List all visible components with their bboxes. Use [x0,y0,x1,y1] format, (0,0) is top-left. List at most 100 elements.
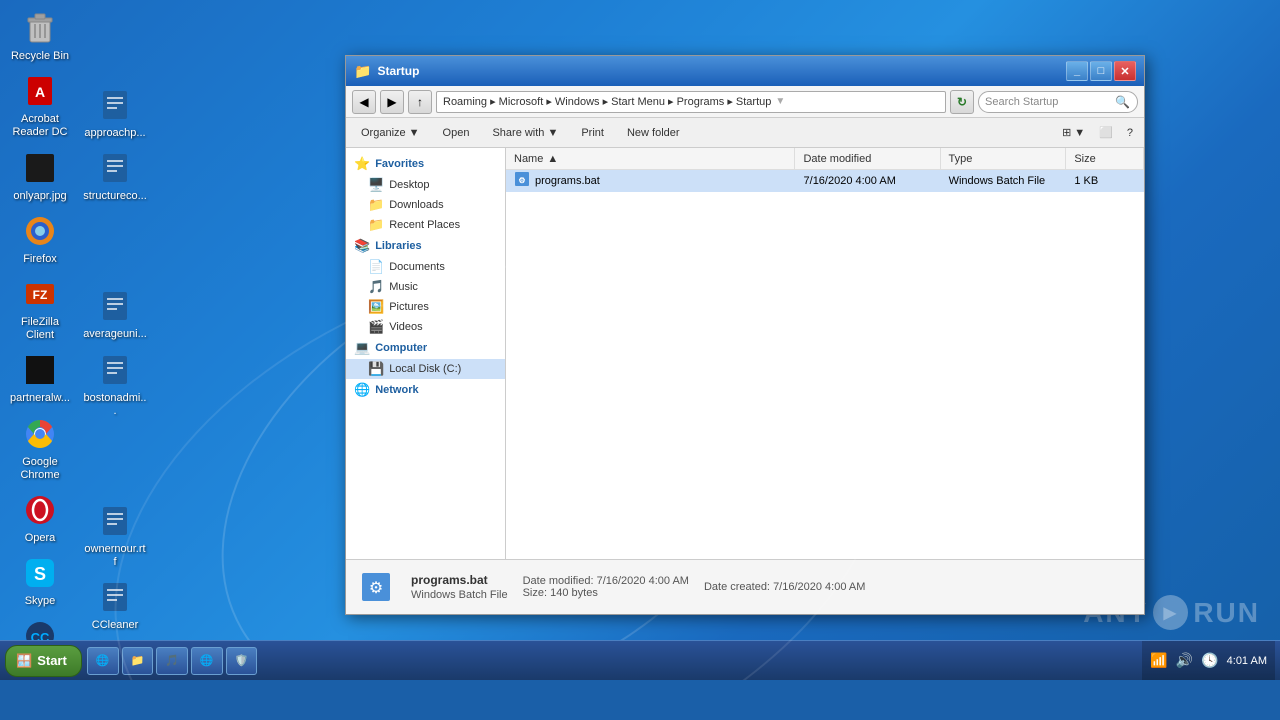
svg-text:FZ: FZ [33,288,48,302]
file-row-programs-bat[interactable]: ⚙ programs.bat 7/16/2020 4:00 AM Windows… [506,170,1144,192]
downloads-nav-label: Downloads [389,199,443,211]
back-button[interactable]: ◀ [352,90,376,114]
window-title-text: Startup [377,64,1066,78]
network-section[interactable]: 🌐 Network [346,379,505,401]
approachp-label: approachp... [84,127,145,140]
status-size: Size: 140 bytes [523,587,689,599]
desktop-icon-approachp[interactable]: approachp... [80,82,150,143]
toolbar: Organize ▼ Open Share with ▼ Print New f… [346,118,1144,148]
opera-label: Opera [25,532,56,545]
status-file-icon: ⚙ [356,567,396,607]
ownernour-label: CCleaner [92,619,138,632]
status-date-created: Date created: 7/16/2020 4:00 AM [704,581,865,593]
help-button[interactable]: ? [1122,124,1138,142]
file-icon-bat: ⚙ [514,171,530,190]
music-nav-label: Music [389,281,418,293]
up-button[interactable]: ↑ [408,90,432,114]
security-icon: 🛡️ [235,654,249,667]
organize-label: Organize [361,127,406,139]
new-folder-button[interactable]: New folder [618,124,689,142]
averageuni-icon [95,286,135,326]
refresh-button[interactable]: ↻ [950,90,974,114]
start-button[interactable]: 🪟 Start [5,645,82,677]
nav-pane: ⭐ Favorites 🖥️ Desktop 📁 Downloads 📁 Rec… [346,148,506,559]
view-icon: ⊞ [1062,126,1071,139]
files-header: Name ▲ Date modified Type Size [506,148,1144,170]
nav-item-downloads[interactable]: 📁 Downloads [346,195,505,215]
address-bar: ◀ ▶ ↑ Roaming ▸ Microsoft ▸ Windows ▸ St… [346,86,1144,118]
view-options-button[interactable]: ⊞ ▼ [1057,123,1090,142]
desktop-icon-filezilla[interactable]: FZ FileZilla Client [5,271,75,345]
column-header-type[interactable]: Type [941,148,1067,169]
desktop-icon-averageuni[interactable]: averageuni... [80,283,150,344]
nav-item-videos[interactable]: 🎬 Videos [346,317,505,337]
maximize-button[interactable]: □ [1090,61,1112,81]
sort-asc-icon: ▲ [547,153,558,165]
computer-section[interactable]: 💻 Computer [346,337,505,359]
desktop-icon-partneralw[interactable]: partneralw... [5,347,75,408]
desktop-icon-coursesets[interactable]: ownernour.rtf [80,498,150,572]
taskbar-media[interactable]: 🎵 [156,647,188,675]
address-path[interactable]: Roaming ▸ Microsoft ▸ Windows ▸ Start Me… [436,91,946,113]
organize-dropdown-icon: ▼ [409,127,420,139]
desktop-icon-opera[interactable]: Opera [5,487,75,548]
column-header-name[interactable]: Name ▲ [506,148,795,169]
size-label: Size: [523,587,547,599]
taskbar-explorer[interactable]: 📁 [122,647,154,675]
nav-item-local-disk[interactable]: 💾 Local Disk (C:) [346,359,505,379]
videos-nav-label: Videos [389,321,422,333]
forward-button[interactable]: ▶ [380,90,404,114]
address-dropdown-icon: ▼ [775,96,785,107]
desktop-icon-ownernour[interactable]: CCleaner [80,574,150,635]
preview-pane-button[interactable]: ⬜ [1094,123,1118,142]
status-extra-2: Date created: 7/16/2020 4:00 AM [704,581,865,593]
search-icon[interactable]: 🔍 [1115,95,1130,109]
taskbar-ie[interactable]: 🌐 [87,647,119,675]
favorites-section[interactable]: ⭐ Favorites [346,153,505,175]
search-input[interactable] [985,96,1115,108]
desktop-icon-structureco[interactable]: structureco... [80,145,150,206]
desktop-icon-firefox[interactable]: Firefox [5,208,75,269]
nav-item-recent[interactable]: 📁 Recent Places [346,215,505,235]
nav-item-pictures[interactable]: 🖼️ Pictures [346,297,505,317]
column-header-date[interactable]: Date modified [795,148,940,169]
file-date-cell: 7/16/2020 4:00 AM [796,175,941,187]
print-label: Print [581,127,604,139]
desktop-icon-bostonadmi[interactable]: bostonadmi... [80,347,150,421]
nav-item-music[interactable]: 🎵 Music [346,277,505,297]
desktop-icon-recycle-bin[interactable]: Recycle Bin [5,5,75,66]
column-header-size[interactable]: Size [1066,148,1144,169]
desktop-icon-acrobat[interactable]: A Acrobat Reader DC [5,68,75,142]
nav-item-documents[interactable]: 📄 Documents [346,257,505,277]
svg-text:S: S [34,564,46,584]
minimize-button[interactable]: _ [1066,61,1088,81]
onlyapr-label: onlyapr.jpg [13,190,66,203]
desktop-icon-onlyapr[interactable]: onlyapr.jpg [5,145,75,206]
column-name-label: Name [514,153,543,165]
nav-item-desktop[interactable]: 🖥️ Desktop [346,175,505,195]
documents-nav-label: Documents [389,261,445,273]
share-dropdown-icon: ▼ [547,127,558,139]
open-button[interactable]: Open [434,124,479,142]
desktop-icon-skype[interactable]: S Skype [5,550,75,611]
libraries-section[interactable]: 📚 Libraries [346,235,505,257]
print-button[interactable]: Print [572,124,613,142]
taskbar-chrome-btn[interactable]: 🌐 [191,647,223,675]
start-orb-icon: 🪟 [16,653,32,669]
bostonadmi-icon [95,350,135,390]
coursesets-icon [95,501,135,541]
libraries-icon: 📚 [354,238,370,254]
pictures-nav-icon: 🖼️ [368,299,384,315]
skype-label: Skype [25,595,56,608]
share-with-button[interactable]: Share with ▼ [483,124,567,142]
desktop-icon-chrome[interactable]: Google Chrome [5,411,75,485]
videos-nav-icon: 🎬 [368,319,384,335]
taskbar-tray: 📶 🔊 🕓 4:01 AM [1142,641,1275,680]
documents-nav-icon: 📄 [368,259,384,275]
status-extra: Date modified: 7/16/2020 4:00 AM Size: 1… [523,575,689,599]
close-button[interactable]: ✕ [1114,61,1136,81]
taskbar-security[interactable]: 🛡️ [226,647,258,675]
organize-button[interactable]: Organize ▼ [352,124,429,142]
file-name-cell: ⚙ programs.bat [506,171,796,190]
taskbar: 🪟 Start 🌐 📁 🎵 🌐 🛡️ 📶 🔊 🕓 4:01 A [0,640,1280,680]
